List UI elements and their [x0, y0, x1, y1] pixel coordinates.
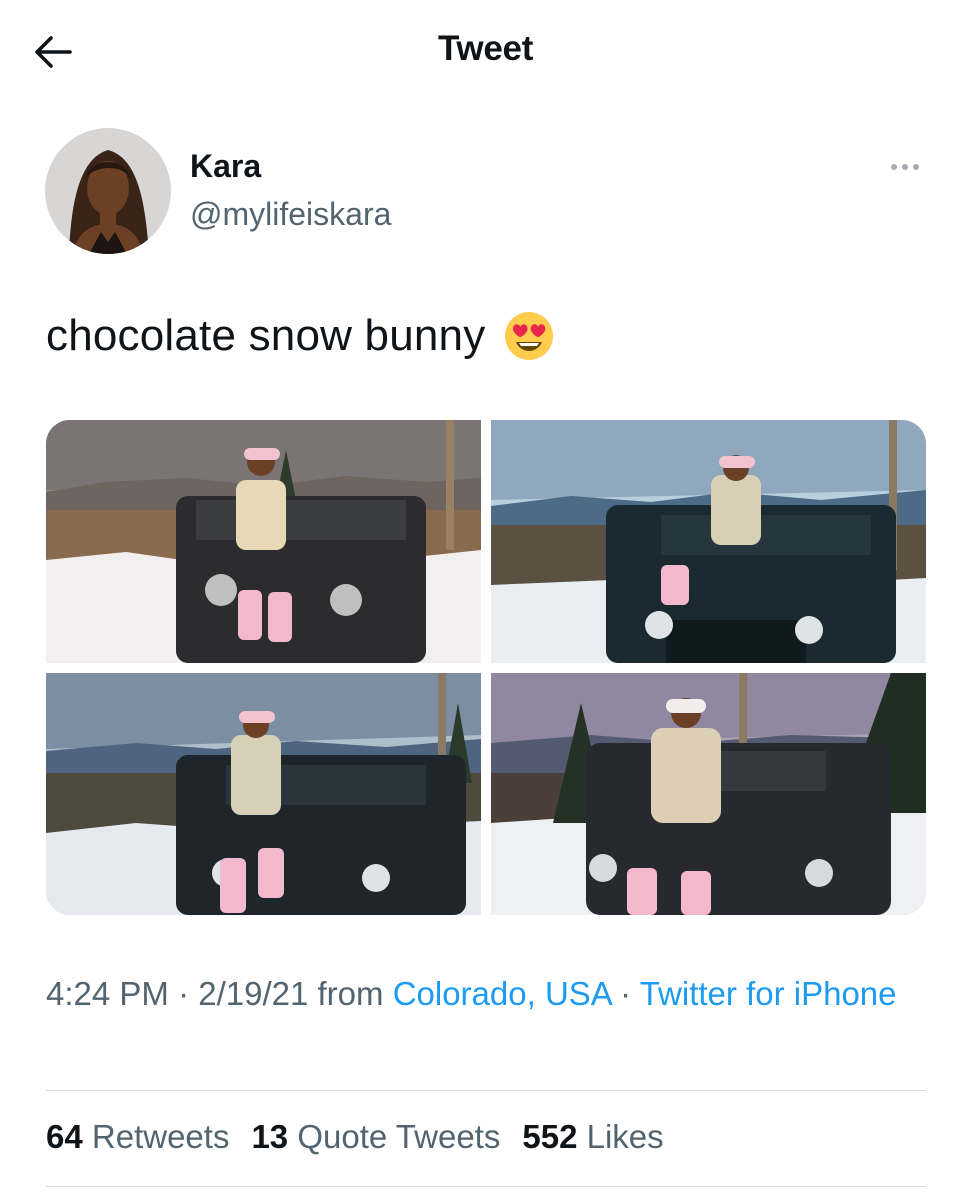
tweet-date: 2/19/21 — [198, 975, 309, 1012]
tweet-photo-1[interactable] — [46, 420, 481, 663]
quote-tweets-label: Quote Tweets — [297, 1118, 501, 1155]
likes-label: Likes — [586, 1118, 664, 1155]
tweet-text: chocolate snow bunny — [46, 310, 555, 362]
top-bar: Tweet — [0, 0, 971, 100]
tweet-photo-4[interactable] — [491, 673, 926, 915]
location-link[interactable]: Colorado, USA — [393, 975, 611, 1012]
meta-separator: · — [168, 975, 199, 1012]
retweets-count: 64 — [46, 1118, 83, 1155]
tweet-text-content: chocolate snow bunny — [46, 311, 486, 360]
divider — [46, 1090, 926, 1091]
tweet-photo-2[interactable] — [491, 420, 926, 663]
likes-count: 552 — [522, 1118, 578, 1155]
more-options-button[interactable] — [880, 152, 930, 182]
quote-tweets-count: 13 — [251, 1118, 289, 1155]
media-grid — [46, 420, 926, 915]
quote-tweets-stat[interactable]: 13 Quote Tweets — [251, 1118, 500, 1156]
author-handle[interactable]: @mylifeiskara — [190, 196, 391, 233]
tweet-metadata: 4:24 PM · 2/19/21 from Colorado, USA · T… — [46, 970, 926, 1018]
retweets-stat[interactable]: 64 Retweets — [46, 1118, 229, 1156]
tweet-time: 4:24 PM — [46, 975, 169, 1012]
from-label: from — [308, 975, 393, 1012]
likes-stat[interactable]: 552 Likes — [522, 1118, 663, 1156]
source-link[interactable]: Twitter for iPhone — [640, 975, 897, 1012]
more-horizontal-icon — [891, 164, 919, 170]
meta-separator: · — [610, 975, 640, 1012]
page-title: Tweet — [437, 29, 534, 68]
divider — [46, 1186, 926, 1187]
retweets-label: Retweets — [91, 1118, 230, 1155]
engagement-stats: 64 Retweets 13 Quote Tweets 552 Likes — [46, 1118, 686, 1156]
avatar[interactable] — [45, 128, 171, 254]
author-name[interactable]: Kara — [190, 148, 261, 185]
heart-eyes-emoji-icon — [503, 310, 555, 362]
tweet-photo-3[interactable] — [46, 673, 481, 915]
